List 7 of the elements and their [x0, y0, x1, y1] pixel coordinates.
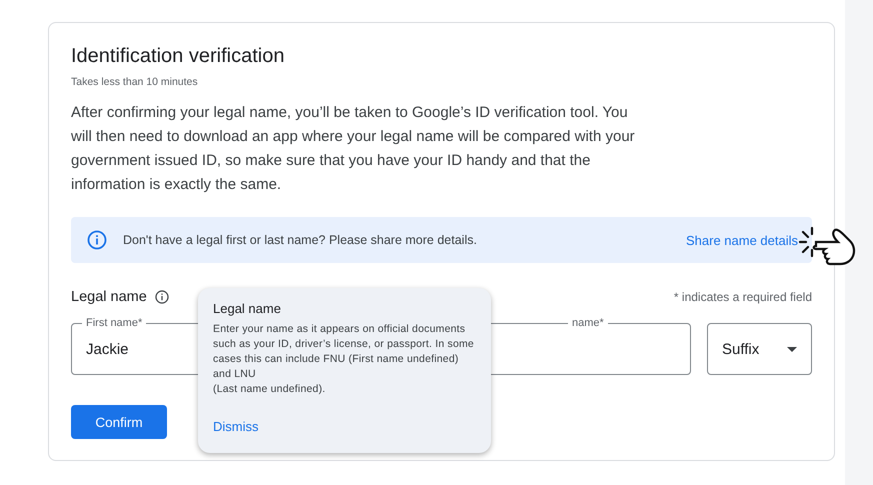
description: After confirming your legal name, you’ll be taken to Google’s ID verification tool. You will then need to download an app where your legal name will be compared with your government issued ID, so make sure that you have your ID handy and that the information is exactly the same.: [71, 103, 636, 195]
banner-message: Don't have a legal first or last name? Please share more details.: [123, 233, 478, 247]
tooltip-title: Legal name: [213, 301, 282, 316]
section-title: Identification verification: [71, 45, 286, 68]
subtitle: Takes less than 10 minutes: [71, 76, 199, 88]
legal-name-label: Legal name: [71, 289, 147, 305]
required-note: * indicates a required field: [674, 290, 812, 304]
